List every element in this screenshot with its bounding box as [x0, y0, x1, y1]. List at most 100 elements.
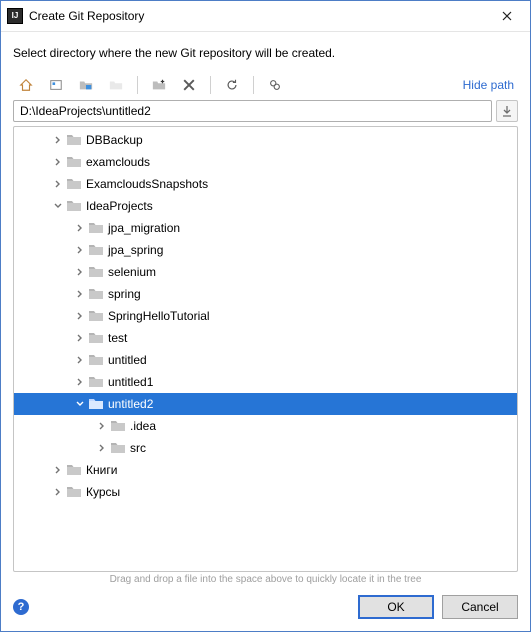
content-folder-icon: [109, 78, 123, 92]
tree-item-label: SpringHelloTutorial: [108, 309, 210, 323]
toolbar: Hide path: [13, 70, 518, 100]
new-folder-button[interactable]: [146, 74, 172, 96]
toolbar-separator: [137, 76, 138, 94]
folder-icon: [88, 287, 104, 301]
tree-item[interactable]: Курсы: [14, 481, 517, 503]
module-folder-icon: [79, 78, 93, 92]
instruction-text: Select directory where the new Git repos…: [13, 42, 518, 70]
tree-item-label: spring: [108, 287, 141, 301]
home-button[interactable]: [13, 74, 39, 96]
tree-item[interactable]: untitled2: [14, 393, 517, 415]
project-button[interactable]: [43, 74, 69, 96]
folder-icon: [88, 375, 104, 389]
folder-icon: [88, 243, 104, 257]
path-row: [13, 100, 518, 122]
tree-item-label: untitled2: [108, 397, 153, 411]
path-input[interactable]: [13, 100, 492, 122]
tree-item[interactable]: src: [14, 437, 517, 459]
folder-icon: [66, 155, 82, 169]
tree-item-label: Книги: [86, 463, 117, 477]
tree-item[interactable]: selenium: [14, 261, 517, 283]
tree-item[interactable]: ExamcloudsSnapshots: [14, 173, 517, 195]
folder-icon: [88, 353, 104, 367]
close-icon: [502, 11, 512, 21]
tree-item-label: selenium: [108, 265, 156, 279]
tree-item[interactable]: test: [14, 327, 517, 349]
expand-toggle[interactable]: [50, 180, 66, 188]
ok-button[interactable]: OK: [358, 595, 434, 619]
project-icon: [49, 78, 63, 92]
tree-item-label: Курсы: [86, 485, 120, 499]
folder-icon: [66, 463, 82, 477]
tree-item[interactable]: jpa_migration: [14, 217, 517, 239]
expand-toggle[interactable]: [94, 422, 110, 430]
tree-item[interactable]: jpa_spring: [14, 239, 517, 261]
folder-icon: [88, 309, 104, 323]
expand-toggle[interactable]: [72, 356, 88, 364]
tree-item[interactable]: untitled1: [14, 371, 517, 393]
expand-toggle[interactable]: [50, 136, 66, 144]
folder-icon: [88, 221, 104, 235]
expand-toggle[interactable]: [72, 290, 88, 298]
expand-toggle[interactable]: [50, 488, 66, 496]
folder-icon: [88, 331, 104, 345]
folder-icon: [66, 133, 82, 147]
folder-icon: [110, 441, 126, 455]
expand-toggle[interactable]: [72, 224, 88, 232]
expand-toggle[interactable]: [50, 466, 66, 474]
toolbar-separator: [210, 76, 211, 94]
expand-toggle[interactable]: [72, 400, 88, 408]
tree-item[interactable]: DBBackup: [14, 129, 517, 151]
help-button[interactable]: ?: [13, 599, 29, 615]
show-hidden-button[interactable]: [262, 74, 288, 96]
cancel-button[interactable]: Cancel: [442, 595, 518, 619]
app-icon: IJ: [7, 8, 23, 24]
tree-item-label: examclouds: [86, 155, 150, 169]
toolbar-separator: [253, 76, 254, 94]
hide-path-link[interactable]: Hide path: [459, 78, 518, 92]
folder-icon: [66, 485, 82, 499]
dialog-content: Select directory where the new Git repos…: [1, 32, 530, 585]
tree-item-label: DBBackup: [86, 133, 143, 147]
tree-item[interactable]: .idea: [14, 415, 517, 437]
tree-item-label: src: [130, 441, 146, 455]
dialog-title: Create Git Repository: [29, 9, 484, 23]
path-history-button[interactable]: [496, 100, 518, 122]
folder-icon: [66, 199, 82, 213]
folder-icon: [110, 419, 126, 433]
new-folder-icon: [152, 78, 166, 92]
content-root-button[interactable]: [103, 74, 129, 96]
tree-item-label: untitled1: [108, 375, 153, 389]
expand-toggle[interactable]: [50, 158, 66, 166]
tree-item-label: .idea: [130, 419, 156, 433]
expand-toggle[interactable]: [72, 312, 88, 320]
folder-icon: [88, 265, 104, 279]
home-icon: [19, 78, 33, 92]
tree-item[interactable]: SpringHelloTutorial: [14, 305, 517, 327]
expand-toggle[interactable]: [72, 378, 88, 386]
module-button[interactable]: [73, 74, 99, 96]
tree-item-label: jpa_spring: [108, 243, 163, 257]
expand-toggle[interactable]: [50, 202, 66, 210]
tree-item[interactable]: examclouds: [14, 151, 517, 173]
close-button[interactable]: [484, 1, 530, 31]
expand-toggle[interactable]: [72, 268, 88, 276]
tree-item-label: IdeaProjects: [86, 199, 153, 213]
delete-icon: [183, 79, 195, 91]
download-icon: [501, 105, 513, 117]
tree-item[interactable]: IdeaProjects: [14, 195, 517, 217]
directory-tree[interactable]: DBBackup examclouds ExamcloudsSnapshots Ide…: [14, 127, 517, 571]
dialog-window: IJ Create Git Repository Select director…: [0, 0, 531, 632]
folder-icon: [66, 177, 82, 191]
tree-item[interactable]: spring: [14, 283, 517, 305]
expand-toggle[interactable]: [72, 334, 88, 342]
refresh-icon: [225, 78, 239, 92]
expand-toggle[interactable]: [94, 444, 110, 452]
tree-item[interactable]: untitled: [14, 349, 517, 371]
delete-button[interactable]: [176, 74, 202, 96]
button-bar: ? OK Cancel: [1, 585, 530, 631]
help-icon: ?: [18, 601, 25, 613]
tree-item[interactable]: Книги: [14, 459, 517, 481]
refresh-button[interactable]: [219, 74, 245, 96]
expand-toggle[interactable]: [72, 246, 88, 254]
